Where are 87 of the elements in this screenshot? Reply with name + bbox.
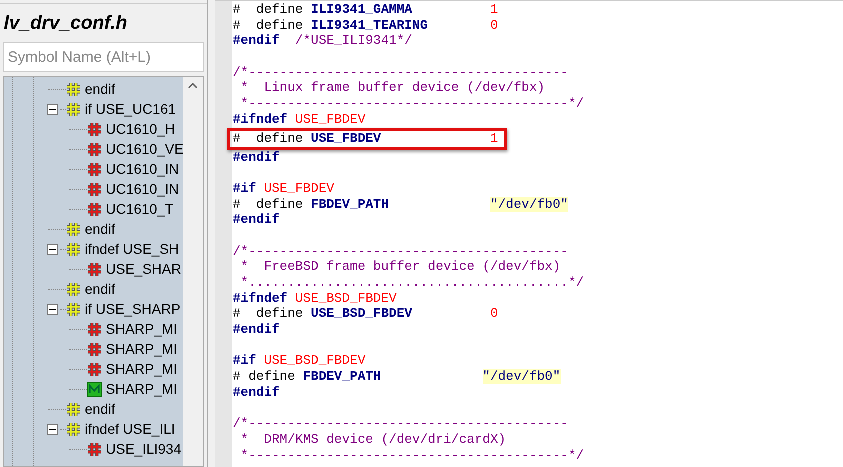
code-token: USE_FBDEV bbox=[311, 130, 382, 146]
define-hash-icon bbox=[87, 182, 102, 196]
code-token: ILI9341_GAMMA bbox=[311, 2, 414, 18]
collapse-toggle-icon[interactable] bbox=[47, 104, 58, 115]
code-token: FBDEV_PATH bbox=[303, 369, 382, 385]
define-hash-icon bbox=[87, 202, 102, 216]
tree-item[interactable]: ifndef USE_SH bbox=[85, 238, 180, 260]
tree-item[interactable]: endif bbox=[85, 218, 116, 240]
code-token: # define bbox=[233, 196, 304, 212]
file-title: lv_drv_conf.h bbox=[3, 12, 129, 36]
tree-item[interactable]: ifndef USE_ILI bbox=[85, 418, 176, 440]
directive-hash-icon bbox=[66, 222, 81, 236]
directive-hash-icon bbox=[66, 302, 81, 316]
code-token: USE_BSD_FBDEV bbox=[263, 353, 366, 368]
define-hash-icon bbox=[87, 142, 102, 156]
code-token: * Linux frame buffer device (/dev/fbx) bbox=[240, 80, 546, 96]
collapse-toggle-icon[interactable] bbox=[47, 304, 58, 315]
directive-hash-icon bbox=[66, 102, 81, 116]
directive-hash-icon bbox=[66, 282, 81, 296]
tree-item[interactable]: SHARP_MI bbox=[106, 338, 178, 360]
tree-item[interactable]: SHARP_MI bbox=[106, 358, 178, 380]
code-token: # define bbox=[233, 306, 304, 322]
tree-item[interactable]: endif bbox=[85, 398, 116, 420]
code-token: # define bbox=[233, 18, 304, 33]
collapse-toggle-icon[interactable] bbox=[47, 244, 58, 255]
code-token: FBDEV_PATH bbox=[311, 196, 390, 212]
code-token: /*----------------------------------------- bbox=[233, 416, 568, 432]
code-token: /*----------------------------------------- bbox=[233, 64, 568, 80]
code-token: USE_BSD_FBDEV bbox=[311, 306, 414, 322]
code-token: #ifndef bbox=[233, 290, 288, 306]
code-token: 1 bbox=[490, 130, 498, 146]
symbol-search-field[interactable]: Symbol Name (Alt+L) bbox=[3, 42, 204, 72]
code-token: # define bbox=[233, 2, 304, 17]
code-token: #endif bbox=[233, 33, 280, 48]
tree-item[interactable]: if USE_UC161 bbox=[85, 98, 176, 120]
code-token: #endif bbox=[233, 384, 280, 400]
tree-item[interactable]: SHARP_MI bbox=[106, 318, 178, 340]
code-token: *-----------------------------------------*/ bbox=[240, 448, 584, 463]
code-token: USE_BSD_FBDEV bbox=[294, 290, 397, 306]
code-token: * FreeBSD frame buffer device (/dev/fbx) bbox=[240, 259, 561, 274]
code-token: "/dev/fb0" bbox=[482, 369, 561, 384]
define-hash-icon bbox=[87, 162, 102, 176]
code-token: ILI9341_TEARING bbox=[311, 18, 430, 34]
tree-item[interactable]: UC1610_VE bbox=[106, 138, 184, 160]
code-token: USE_FBDEV bbox=[263, 180, 334, 196]
define-hash-icon bbox=[87, 442, 102, 456]
code-token: 1 bbox=[490, 2, 498, 17]
tree-item[interactable]: endif bbox=[85, 78, 116, 100]
tree-item[interactable]: endif bbox=[85, 278, 116, 300]
tree-item[interactable]: UC1610_IN bbox=[106, 178, 180, 200]
scroll-up-icon[interactable] bbox=[188, 83, 198, 89]
code-token: #endif bbox=[233, 212, 280, 228]
code-token: 0 bbox=[490, 306, 498, 322]
define-hash-icon bbox=[87, 322, 102, 336]
code-token: /*----------------------------------------- bbox=[233, 244, 568, 259]
define-hash-icon bbox=[87, 362, 102, 376]
tree-item[interactable]: USE_ILI934 bbox=[106, 438, 182, 460]
tree-item[interactable]: UC1610_IN bbox=[106, 158, 180, 180]
code-token: *.........................................*/ bbox=[240, 275, 584, 290]
tree-item[interactable]: if USE_SHARP bbox=[85, 298, 181, 320]
tree-item[interactable]: UC1610_T bbox=[106, 198, 174, 220]
macro-icon bbox=[87, 382, 102, 396]
directive-hash-icon bbox=[66, 422, 81, 436]
code-token: #if bbox=[233, 353, 256, 368]
directive-hash-icon bbox=[66, 242, 81, 256]
directive-hash-icon bbox=[66, 82, 81, 96]
code-token: /*USE_ILI9341*/ bbox=[294, 33, 412, 48]
define-hash-icon bbox=[87, 342, 102, 356]
tree-item[interactable]: UC1610_H bbox=[106, 118, 176, 140]
code-token: #ifndef bbox=[233, 112, 288, 127]
define-hash-icon bbox=[87, 262, 102, 276]
code-token: * DRM/KMS device (/dev/dri/cardX) bbox=[240, 432, 506, 447]
code-token: "/dev/fb0" bbox=[490, 196, 568, 212]
code-token: *-----------------------------------------*/ bbox=[240, 96, 584, 112]
scrollbar[interactable] bbox=[183, 77, 203, 466]
directive-hash-icon bbox=[66, 402, 81, 416]
define-hash-icon bbox=[87, 122, 102, 136]
code-token: # define bbox=[233, 130, 304, 146]
code-token: 0 bbox=[490, 18, 498, 33]
code-token: USE_FBDEV bbox=[294, 112, 366, 127]
tree-item[interactable]: USE_SHAR bbox=[106, 258, 182, 280]
code-token: # define bbox=[233, 369, 296, 384]
code-token: #if bbox=[233, 180, 256, 196]
code-token: #endif bbox=[233, 322, 280, 338]
tree-item[interactable]: SHARP_MI bbox=[106, 378, 178, 400]
collapse-toggle-icon[interactable] bbox=[47, 424, 58, 435]
code-token: #endif bbox=[233, 150, 280, 164]
